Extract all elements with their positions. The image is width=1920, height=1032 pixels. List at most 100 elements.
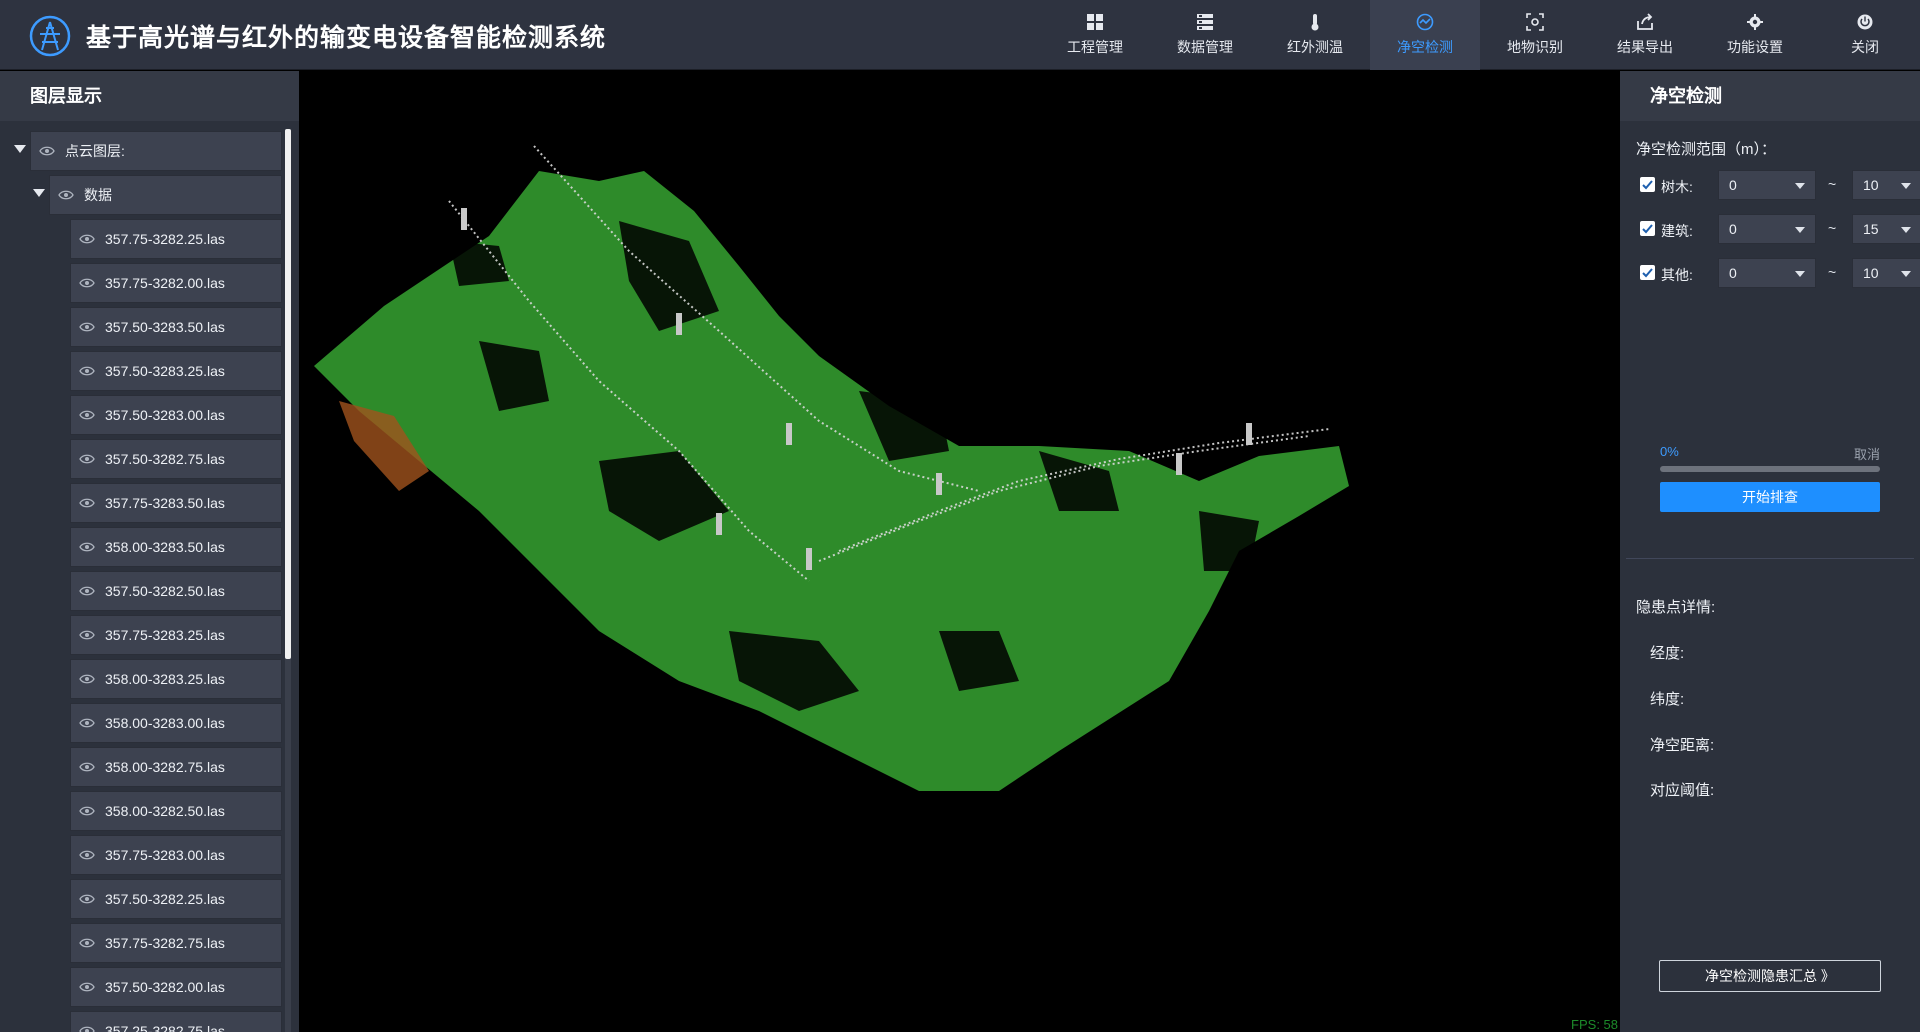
eye-icon[interactable] xyxy=(79,937,95,949)
nav-label: 功能设置 xyxy=(1727,39,1783,55)
layer-scrollbar[interactable] xyxy=(285,129,291,1032)
eye-icon[interactable] xyxy=(79,981,95,993)
eye-icon[interactable] xyxy=(79,321,95,333)
buildings-checkbox[interactable] xyxy=(1640,221,1655,236)
transmission-tower xyxy=(806,548,812,570)
layer-file-item[interactable]: 357.50-3283.25.las xyxy=(0,349,299,393)
eye-icon[interactable] xyxy=(79,673,95,685)
buildings-max-select[interactable]: 15 xyxy=(1852,214,1920,244)
layer-file-item[interactable]: 358.00-3283.25.las xyxy=(0,657,299,701)
tree-root[interactable]: 点云图层: xyxy=(0,129,299,173)
tree-group[interactable]: 数据 xyxy=(0,173,299,217)
eye-icon[interactable] xyxy=(79,277,95,289)
eye-icon[interactable] xyxy=(79,541,95,553)
others-min-select[interactable]: 0 xyxy=(1718,258,1816,288)
layer-file-label: 358.00-3282.50.las xyxy=(105,803,225,819)
eye-icon[interactable] xyxy=(79,629,95,641)
threshold-label: 对应阈值: xyxy=(1650,782,1715,799)
nav-close[interactable]: 关闭 xyxy=(1810,0,1920,70)
layer-file-item[interactable]: 357.50-3282.00.las xyxy=(0,965,299,1009)
layer-file-item[interactable]: 357.50-3282.75.las xyxy=(0,437,299,481)
chevron-down-icon xyxy=(1795,183,1805,189)
eye-icon[interactable] xyxy=(79,233,95,245)
eye-icon[interactable] xyxy=(79,717,95,729)
start-check-button[interactable]: 开始排查 xyxy=(1660,482,1880,512)
nav-infrared-temperature[interactable]: 红外测温 xyxy=(1260,0,1370,70)
layer-file-item[interactable]: 357.75-3283.00.las xyxy=(0,833,299,877)
tree-root-label: 点云图层: xyxy=(65,143,125,159)
gear-icon xyxy=(1747,14,1763,30)
layer-file-item[interactable]: 358.00-3282.75.las xyxy=(0,745,299,789)
check-icon xyxy=(1642,180,1653,190)
layer-file-item[interactable]: 358.00-3283.50.las xyxy=(0,525,299,569)
fps-counter: FPS: 58 xyxy=(1571,1017,1618,1032)
transmission-tower xyxy=(936,473,942,495)
layer-file-item[interactable]: 357.50-3283.50.las xyxy=(0,305,299,349)
others-checkbox[interactable] xyxy=(1640,265,1655,280)
layer-file-item[interactable]: 358.00-3283.00.las xyxy=(0,701,299,745)
nav-label: 红外测温 xyxy=(1287,39,1343,55)
chevron-down-icon xyxy=(1901,227,1911,233)
cancel-button[interactable]: 取消 xyxy=(1854,444,1880,463)
hazard-details-label: 隐患点详情: xyxy=(1636,599,1716,616)
nav-object-recognition[interactable]: 地物识别 xyxy=(1480,0,1590,70)
trees-checkbox[interactable] xyxy=(1640,177,1655,192)
layer-file-item[interactable]: 357.50-3282.50.las xyxy=(0,569,299,613)
layer-file-item[interactable]: 357.75-3282.75.las xyxy=(0,921,299,965)
others-label: 其他: xyxy=(1661,267,1693,283)
layer-file-item[interactable]: 357.75-3283.25.las xyxy=(0,613,299,657)
nav-project-management[interactable]: 工程管理 xyxy=(1040,0,1150,70)
eye-icon[interactable] xyxy=(79,805,95,817)
caret-down-icon[interactable] xyxy=(33,189,45,197)
layer-file-label: 357.50-3282.25.las xyxy=(105,891,225,907)
data-manage-icon xyxy=(1197,14,1213,30)
trees-min-select[interactable]: 0 xyxy=(1718,170,1816,200)
range-row-trees: 树木: 0 ~ 10 xyxy=(1640,170,1920,200)
latitude-label: 纬度: xyxy=(1650,691,1685,708)
layer-file-item[interactable]: 358.00-3282.50.las xyxy=(0,789,299,833)
layer-panel: 图层显示 点云图层: 数据 357.75-3282.25.las 357.75-3… xyxy=(0,71,299,1032)
layer-file-item[interactable]: 357.50-3283.00.las xyxy=(0,393,299,437)
buildings-label: 建筑: xyxy=(1661,223,1693,239)
eye-icon[interactable] xyxy=(79,409,95,421)
layer-scroll-thumb[interactable] xyxy=(285,129,291,659)
transmission-tower xyxy=(786,423,792,445)
buildings-min-select[interactable]: 0 xyxy=(1718,214,1816,244)
layer-file-item[interactable]: 357.25-3282.75.las xyxy=(0,1009,299,1032)
layer-panel-title: 图层显示 xyxy=(0,71,299,121)
point-cloud-viewport[interactable]: FPS: 58 xyxy=(299,71,1620,1032)
trees-max-select[interactable]: 10 xyxy=(1852,170,1920,200)
others-max-select[interactable]: 10 xyxy=(1852,258,1920,288)
nav-function-settings[interactable]: 功能设置 xyxy=(1700,0,1810,70)
eye-icon[interactable] xyxy=(79,585,95,597)
longitude-label: 经度: xyxy=(1650,645,1685,662)
eye-icon[interactable] xyxy=(79,497,95,509)
eye-icon[interactable] xyxy=(39,145,55,157)
layer-file-item[interactable]: 357.50-3282.25.las xyxy=(0,877,299,921)
eye-icon[interactable] xyxy=(79,453,95,465)
app-header: 基于高光谱与红外的输变电设备智能检测系统 工程管理 数据管理 红外测温 净空检测… xyxy=(0,0,1920,70)
others-max-value: 10 xyxy=(1863,265,1879,281)
eye-icon[interactable] xyxy=(79,849,95,861)
nav-clearance-detection[interactable]: 净空检测 xyxy=(1370,0,1480,70)
layer-file-item[interactable]: 357.75-3282.00.las xyxy=(0,261,299,305)
recognition-icon xyxy=(1526,13,1544,31)
hazard-summary-button[interactable]: 净空检测隐患汇总 》 xyxy=(1659,960,1881,992)
clearance-range-label: 净空检测范围（m）： xyxy=(1636,141,1776,158)
nav-result-export[interactable]: 结果导出 xyxy=(1590,0,1700,70)
nav-label: 结果导出 xyxy=(1617,39,1673,55)
chevron-down-icon xyxy=(1795,227,1805,233)
eye-icon[interactable] xyxy=(79,893,95,905)
app-title: 基于高光谱与红外的输变电设备智能检测系统 xyxy=(86,24,607,52)
nav-data-management[interactable]: 数据管理 xyxy=(1150,0,1260,70)
range-row-buildings: 建筑: 0 ~ 15 xyxy=(1640,214,1920,244)
eye-icon[interactable] xyxy=(79,761,95,773)
layer-file-item[interactable]: 357.75-3283.50.las xyxy=(0,481,299,525)
eye-icon[interactable] xyxy=(79,365,95,377)
layer-file-item[interactable]: 357.75-3282.25.las xyxy=(0,217,299,261)
logo-icon xyxy=(29,15,71,57)
point-cloud-canvas[interactable] xyxy=(299,71,1620,1032)
caret-down-icon[interactable] xyxy=(14,145,26,153)
eye-icon[interactable] xyxy=(79,1025,95,1032)
eye-icon[interactable] xyxy=(58,189,74,201)
